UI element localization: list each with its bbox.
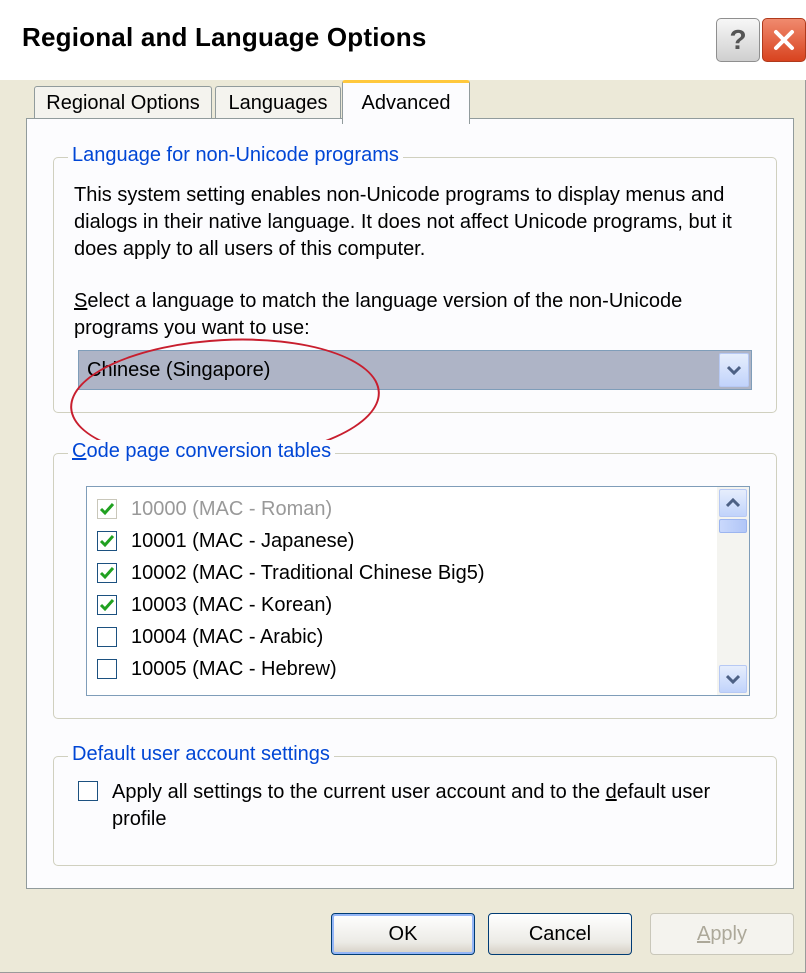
item-label: 10000 (MAC - Roman) [131, 497, 333, 520]
default-user-settings-group: Default user account settings Apply all … [53, 743, 777, 866]
tab-label: Regional Options [46, 92, 200, 114]
mnemonic: d [605, 781, 617, 803]
apply-all-label: Apply all settings to the current user a… [112, 779, 732, 833]
checkbox[interactable] [97, 627, 117, 647]
dropdown-button[interactable] [719, 353, 749, 387]
group-legend: Language for non-Unicode programs [68, 144, 403, 167]
cancel-button[interactable]: Cancel [488, 913, 632, 955]
checkbox[interactable] [97, 531, 117, 551]
scroll-up-button[interactable] [719, 489, 747, 517]
language-select[interactable]: Chinese (Singapore) [78, 350, 752, 390]
list-item[interactable]: 10000 (MAC - Roman) [97, 493, 332, 525]
checkbox[interactable] [97, 659, 117, 679]
tab-advanced[interactable]: Advanced [342, 80, 470, 124]
tab-label: Advanced [361, 92, 451, 114]
ok-button[interactable]: OK [331, 913, 475, 955]
list-item[interactable]: 10002 (MAC - Traditional Chinese Big5) [97, 557, 485, 589]
button-label: Cancel [528, 922, 592, 945]
window-title: Regional and Language Options [22, 22, 427, 52]
code-page-group: Code page conversion tables 10000 (MAC -… [53, 440, 777, 719]
label-text: Apply all settings to the current user a… [112, 781, 606, 803]
checkmark-icon [99, 535, 115, 548]
non-unicode-language-group: Language for non-Unicode programs This s… [53, 144, 777, 470]
item-label: 10005 (MAC - Hebrew) [131, 657, 337, 680]
apply-all-checkbox[interactable] [78, 781, 98, 801]
checkbox[interactable] [97, 595, 117, 615]
tab-regional-options[interactable]: Regional Options [34, 86, 212, 120]
non-unicode-description: This system setting enables non-Unicode … [74, 184, 732, 260]
close-button[interactable] [762, 18, 806, 62]
vertical-scrollbar[interactable] [717, 487, 749, 695]
list-item[interactable]: 10003 (MAC - Korean) [97, 589, 332, 621]
legend-text: ode page conversion tables [86, 440, 332, 462]
checkbox[interactable] [97, 499, 117, 519]
group-legend: Code page conversion tables [68, 440, 336, 463]
dialog-window: Regional and Language Options ? Regional… [0, 0, 806, 973]
tab-languages[interactable]: Languages [215, 86, 341, 120]
button-label: OK [388, 922, 418, 945]
mnemonic: A [696, 922, 711, 945]
item-label: 10001 (MAC - Japanese) [131, 529, 355, 552]
title-bar[interactable]: Regional and Language Options ? [0, 0, 806, 80]
item-label: 10002 (MAC - Traditional Chinese Big5) [131, 561, 485, 584]
list-item[interactable]: 10005 (MAC - Hebrew) [97, 653, 337, 685]
mnemonic: C [72, 440, 87, 462]
mnemonic: S [74, 290, 88, 312]
checkmark-icon [99, 567, 115, 580]
language-select-label: Select a language to match the language … [74, 288, 764, 342]
apply-all-settings-option[interactable]: Apply all settings to the current user a… [78, 779, 732, 833]
selected-language: Chinese (Singapore) [87, 359, 271, 381]
group-legend: Default user account settings [68, 743, 334, 766]
item-label: 10003 (MAC - Korean) [131, 593, 333, 616]
label-text: elect a language to match the language v… [74, 290, 683, 339]
scroll-thumb[interactable] [719, 519, 747, 533]
scroll-down-button[interactable] [719, 665, 747, 693]
chevron-down-icon [726, 674, 740, 684]
checkmark-icon [99, 599, 115, 612]
checkbox[interactable] [97, 563, 117, 583]
button-label: pply [710, 922, 748, 945]
apply-button[interactable]: Apply [650, 913, 794, 955]
tab-label: Languages [228, 92, 328, 114]
advanced-tab-panel: Language for non-Unicode programs This s… [26, 118, 794, 889]
checkmark-icon [99, 503, 115, 516]
code-page-list[interactable]: 10000 (MAC - Roman) 10001 (MAC - Japanes… [86, 486, 750, 696]
chevron-down-icon [727, 365, 741, 375]
list-item[interactable]: 10001 (MAC - Japanese) [97, 525, 354, 557]
chevron-up-icon [726, 498, 740, 508]
help-button[interactable]: ? [716, 18, 760, 62]
help-icon: ? [729, 24, 747, 55]
item-label: 10004 (MAC - Arabic) [131, 625, 324, 648]
close-icon [774, 30, 794, 50]
list-item[interactable]: 10004 (MAC - Arabic) [97, 621, 323, 653]
